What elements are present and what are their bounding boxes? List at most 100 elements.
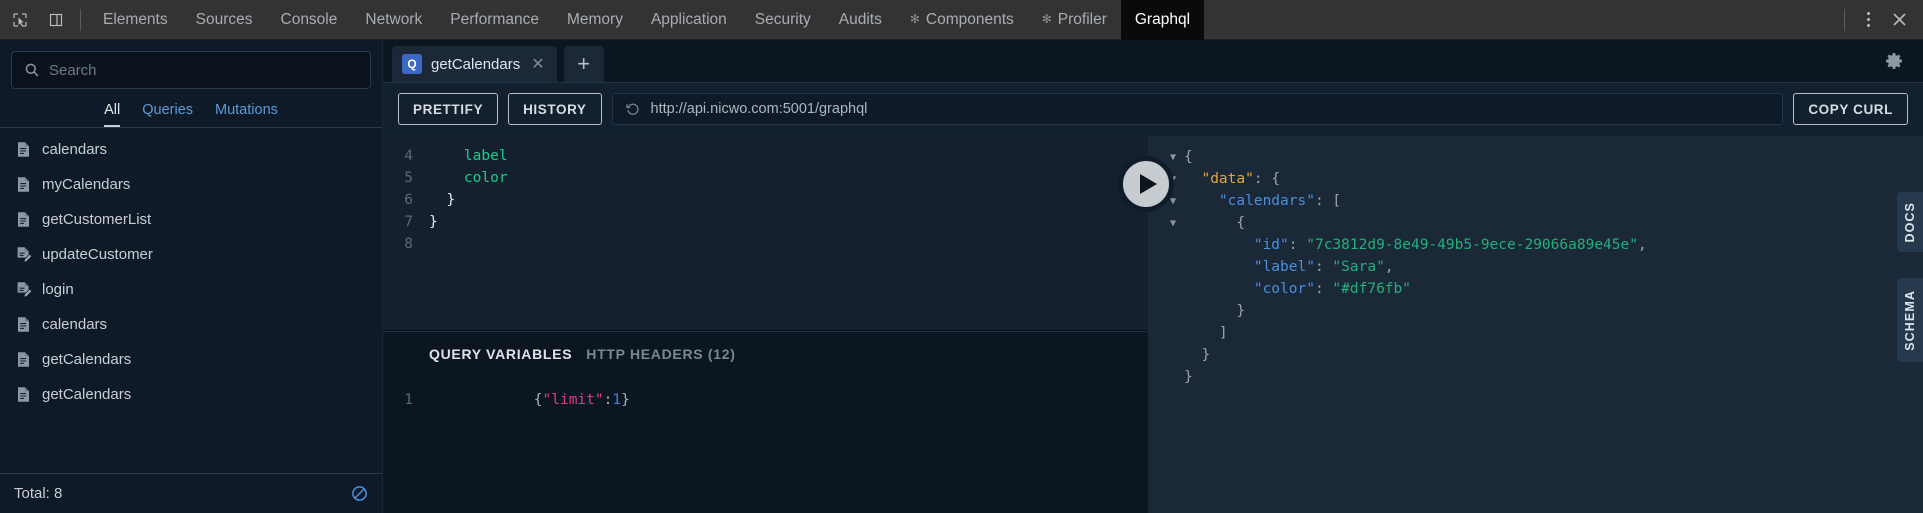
code-line: 7} xyxy=(383,211,1148,233)
devtools-panel-tabs: Elements Sources Console Network Performance… xyxy=(89,0,1205,40)
history-button[interactable]: HISTORY xyxy=(508,93,602,125)
query-document-icon xyxy=(16,141,31,158)
devtools-tab-sources[interactable]: Sources xyxy=(182,0,267,40)
var-value: 1 xyxy=(612,392,622,408)
code-text: color xyxy=(429,170,508,186)
search-box[interactable] xyxy=(11,51,371,89)
operation-list-item[interactable]: myCalendars xyxy=(0,167,382,202)
execute-query-button[interactable] xyxy=(1118,156,1174,212)
operation-list-item[interactable]: getCalendars xyxy=(0,342,382,377)
devtools-tab-security[interactable]: Security xyxy=(741,0,825,40)
operation-label: getCalendars xyxy=(42,386,132,403)
caret-spacer: ▼ xyxy=(1170,328,1184,339)
toolbar-divider xyxy=(80,8,81,31)
close-icon[interactable] xyxy=(1881,3,1917,37)
new-tab-button[interactable]: + xyxy=(563,46,604,82)
devtools-tab-performance[interactable]: Performance xyxy=(436,0,553,40)
operation-list-item[interactable]: getCalendars xyxy=(0,377,382,412)
code-token: color xyxy=(463,170,508,186)
clear-operations-icon[interactable] xyxy=(351,485,368,502)
operation-label: calendars xyxy=(42,141,108,158)
operation-list-item[interactable]: login xyxy=(0,272,382,307)
json-punctuation: : { xyxy=(1253,171,1281,187)
query-document-icon xyxy=(16,351,31,368)
query-document-icon xyxy=(16,211,31,228)
caret-spacer: ▼ xyxy=(1170,262,1184,273)
collapse-caret-icon[interactable]: ▼ xyxy=(1170,196,1184,207)
json-punctuation: } xyxy=(1236,303,1246,319)
collapse-caret-icon[interactable]: ▼ xyxy=(1170,218,1184,229)
devtools-toolbar-right xyxy=(1834,0,1923,40)
device-toolbar-icon[interactable] xyxy=(40,3,72,37)
devtools-tab-application[interactable]: Application xyxy=(637,0,741,40)
prettify-button[interactable]: PRETTIFY xyxy=(398,93,499,125)
query-editor[interactable]: 4 label 5 color 6 } 7} 8 xyxy=(383,136,1148,331)
inspect-element-icon[interactable] xyxy=(4,3,36,37)
line-number: 6 xyxy=(404,192,413,208)
response-text: "data": { xyxy=(1184,171,1280,187)
variables-tab[interactable]: QUERY VARIABLES xyxy=(429,346,572,362)
devtools-tab-graphql[interactable]: Graphql xyxy=(1120,0,1205,40)
variables-tab[interactable]: HTTP HEADERS (12) xyxy=(586,346,735,362)
line-number: 1 xyxy=(404,392,413,408)
search-icon xyxy=(24,62,40,78)
variables-tab-bar: QUERY VARIABLES HTTP HEADERS (12) xyxy=(383,331,1148,375)
operation-label: login xyxy=(42,281,74,298)
variables-line: 1 {"limit":1} xyxy=(383,389,1148,411)
json-separator: : xyxy=(1314,281,1333,297)
operation-list-item[interactable]: getCustomerList xyxy=(0,202,382,237)
devtools-tab-console[interactable]: Console xyxy=(267,0,352,40)
close-tab-icon[interactable]: ✕ xyxy=(531,54,544,74)
response-line: ▼ "id": "7c3812d9-8e49-49b5-9ece-29066a8… xyxy=(1148,234,1923,256)
json-value: "Sara" xyxy=(1332,259,1385,275)
json-punctuation: } xyxy=(1184,369,1193,385)
json-separator: : xyxy=(1288,237,1307,253)
query-variables-editor[interactable]: 1 {"limit":1} xyxy=(383,375,1148,411)
devtools-tab-memory[interactable]: Memory xyxy=(553,0,637,40)
filter-tab-all[interactable]: All xyxy=(104,102,121,127)
devtools-tab-label: Performance xyxy=(450,10,539,28)
response-line: ▼ } xyxy=(1148,344,1923,366)
schema-tab[interactable]: SCHEMA xyxy=(1897,278,1923,362)
devtools-toolbar: Elements Sources Console Network Performance… xyxy=(0,0,1923,40)
caret-spacer: ▼ xyxy=(1170,372,1184,383)
devtools-tab-label: Sources xyxy=(195,10,253,28)
json-key: "color" xyxy=(1253,281,1315,297)
response-line: ▼ ] xyxy=(1148,322,1923,344)
filter-tab-queries[interactable]: Queries xyxy=(142,102,193,127)
endpoint-url-field[interactable]: http://api.nicwo.com:5001/graphql xyxy=(611,93,1784,125)
code-token: } xyxy=(446,192,456,208)
code-text: } xyxy=(429,214,438,230)
collapse-caret-icon[interactable]: ▼ xyxy=(1170,152,1184,163)
gear-icon[interactable] xyxy=(1883,50,1905,72)
copy-curl-button[interactable]: COPY CURL xyxy=(1793,93,1908,125)
caret-spacer: ▼ xyxy=(1170,306,1184,317)
caret-spacer: ▼ xyxy=(1170,350,1184,361)
devtools-tab-audits[interactable]: Audits xyxy=(825,0,896,40)
operation-list-item[interactable]: updateCustomer xyxy=(0,237,382,272)
devtools-tab-elements[interactable]: Elements xyxy=(89,0,182,40)
graphiql-tab-bar: Q getCalendars ✕ + xyxy=(383,40,1923,82)
operation-list-item[interactable]: calendars xyxy=(0,307,382,342)
filter-tab-mutations[interactable]: Mutations xyxy=(215,102,278,127)
search-input[interactable] xyxy=(49,61,358,79)
more-options-icon[interactable] xyxy=(1855,3,1881,37)
devtools-tab-profiler[interactable]: ✻ Profiler xyxy=(1028,0,1121,40)
query-document-icon xyxy=(16,316,31,333)
operation-filter-tabs: All Queries Mutations xyxy=(0,89,382,128)
docs-tab[interactable]: DOCS xyxy=(1897,192,1923,252)
line-number: 7 xyxy=(404,214,413,230)
graphiql-tab[interactable]: Q getCalendars ✕ xyxy=(392,46,557,82)
response-text: { xyxy=(1184,149,1193,165)
devtools-tab-network[interactable]: Network xyxy=(351,0,436,40)
json-punctuation: ] xyxy=(1218,325,1228,341)
caret-spacer: ▼ xyxy=(1170,284,1184,295)
devtools-tab-label: Profiler xyxy=(1057,10,1107,28)
response-line: ▼{ xyxy=(1148,146,1923,168)
search-container xyxy=(0,40,382,89)
operation-list-item[interactable]: calendars xyxy=(0,132,382,167)
response-text: } xyxy=(1184,303,1245,319)
docs-tab-label: DOCS xyxy=(1903,201,1917,243)
devtools-tab-components[interactable]: ✻ Components xyxy=(896,0,1028,40)
devtools-tab-label: Components xyxy=(925,10,1014,28)
